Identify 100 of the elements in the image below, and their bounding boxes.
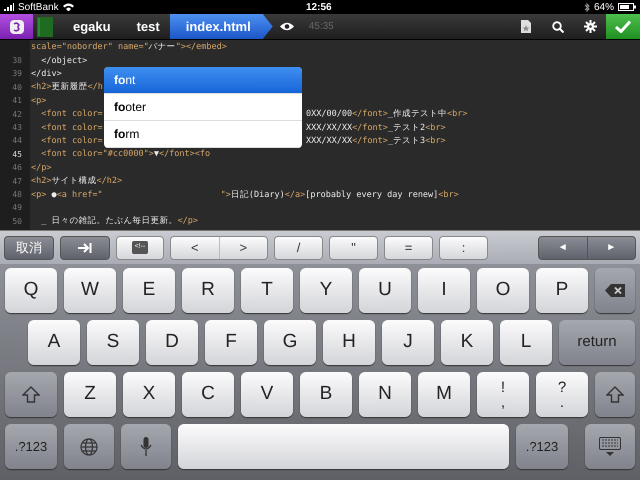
- code-line: <p>: [30, 94, 46, 108]
- letter-key[interactable]: Y: [300, 268, 352, 313]
- letter-key[interactable]: R: [182, 268, 234, 313]
- globe-key[interactable]: [64, 424, 114, 469]
- letter-key[interactable]: M: [418, 372, 470, 417]
- delete-key[interactable]: [595, 268, 635, 313]
- code-line: <p> ●<a href=" ">日記(Diary)</a>[probably every day renew]<br>: [30, 188, 459, 202]
- letter-key[interactable]: B: [300, 372, 352, 417]
- punctuation-key[interactable]: ? .: [536, 372, 588, 417]
- checkmark-icon: [615, 20, 631, 33]
- line-number: 38: [11, 55, 23, 68]
- line-number: 45: [11, 148, 23, 161]
- hide-keyboard-key[interactable]: [585, 424, 635, 469]
- letter-key[interactable]: U: [359, 268, 411, 313]
- letter-key[interactable]: O: [477, 268, 529, 313]
- code-line: XXX/XX/XX</font>_テスト3<br>: [306, 135, 446, 148]
- letter-key[interactable]: S: [87, 320, 139, 365]
- eye-icon: [280, 22, 294, 31]
- app-icon: [8, 18, 24, 34]
- letter-key[interactable]: N: [359, 372, 411, 417]
- code-line: <font color=: [40, 135, 103, 148]
- numbers-key[interactable]: .?123: [5, 424, 57, 469]
- letter-key[interactable]: P: [536, 268, 588, 313]
- code-line: <font color="#cc0000">▼</font><fo: [40, 148, 210, 162]
- signal-icon: [4, 3, 14, 11]
- shift-key[interactable]: [595, 372, 635, 417]
- dictation-key[interactable]: [121, 424, 171, 469]
- symbol-key[interactable]: :: [439, 236, 488, 260]
- tab-key[interactable]: [60, 236, 110, 260]
- letter-key[interactable]: W: [64, 268, 116, 313]
- code-line: _ 日々の雑記。たぶん毎日更新。</p>: [40, 215, 198, 228]
- code-line: <font color=: [40, 122, 103, 134]
- globe-icon: [80, 438, 98, 456]
- letter-key[interactable]: G: [264, 320, 316, 365]
- line-number: 40: [11, 82, 23, 94]
- punctuation-key[interactable]: ! ,: [477, 372, 529, 417]
- completion-item[interactable]: footer: [104, 94, 302, 121]
- cursor-key[interactable]: ►: [586, 236, 635, 258]
- line-number: 42: [11, 108, 23, 121]
- letter-key[interactable]: C: [182, 372, 234, 417]
- shift-key[interactable]: [5, 372, 57, 417]
- letter-key[interactable]: A: [28, 320, 80, 365]
- wifi-icon: [62, 3, 74, 11]
- search-icon: [552, 20, 564, 32]
- code-line: <font color=: [40, 108, 103, 122]
- letter-key[interactable]: F: [205, 320, 257, 365]
- breadcrumb[interactable]: test: [120, 14, 170, 39]
- line-number: 43: [11, 122, 23, 134]
- battery-icon: [618, 3, 636, 11]
- letter-key[interactable]: I: [418, 268, 470, 313]
- code-line: </object>: [40, 54, 88, 68]
- letter-key[interactable]: E: [123, 268, 175, 313]
- key-label: !: [500, 380, 506, 394]
- tab-arrow-icon: [78, 242, 92, 252]
- clock: 12:56: [306, 0, 332, 14]
- notebook-icon: [37, 16, 53, 36]
- app-button[interactable]: [0, 14, 33, 39]
- completion-item[interactable]: font: [104, 67, 302, 94]
- shift-icon: [22, 386, 40, 403]
- hide-keyboard-icon: [599, 436, 621, 456]
- letter-key[interactable]: D: [146, 320, 198, 365]
- breadcrumb[interactable]: egaku: [57, 14, 121, 39]
- letter-key[interactable]: H: [323, 320, 375, 365]
- letter-key[interactable]: T: [241, 268, 293, 313]
- line-number: 39: [11, 68, 23, 80]
- backspace-icon: [605, 284, 625, 297]
- line-number: 48: [11, 188, 23, 201]
- timer-text: 45:35: [308, 20, 334, 34]
- symbol-key[interactable]: /: [274, 236, 323, 260]
- letter-key[interactable]: J: [382, 320, 434, 365]
- shift-icon: [606, 386, 624, 403]
- bracket-key[interactable]: >: [218, 236, 267, 258]
- microphone-icon: [140, 436, 152, 456]
- code-line: XXX/XX/XX</font>_テスト2<br>: [306, 122, 446, 134]
- letter-key[interactable]: V: [241, 372, 293, 417]
- key-label: .: [560, 394, 564, 410]
- symbol-key[interactable]: ": [329, 236, 378, 260]
- letter-key[interactable]: Z: [64, 372, 116, 417]
- line-number: 50: [11, 216, 23, 228]
- code-line: </p>: [30, 162, 52, 175]
- letter-key[interactable]: L: [500, 320, 552, 365]
- code-line: <h2>サイト構成</h2>: [30, 175, 122, 188]
- symbol-key[interactable]: =: [384, 236, 433, 260]
- line-number: 46: [11, 162, 23, 174]
- cursor-key[interactable]: ◄: [539, 236, 586, 258]
- letter-key[interactable]: K: [441, 320, 493, 365]
- code-line: 0XX/00/00</font>_作成テスト中<br>: [306, 108, 468, 122]
- bluetooth-icon: [584, 2, 590, 12]
- cancel-button[interactable]: 取消: [4, 236, 54, 260]
- return-key[interactable]: return: [559, 320, 635, 365]
- bracket-key[interactable]: <: [171, 236, 218, 258]
- carrier-name: SoftBank: [18, 0, 59, 14]
- key-label: ?: [558, 380, 566, 394]
- done-button[interactable]: [606, 14, 640, 39]
- letter-key[interactable]: X: [123, 372, 175, 417]
- completion-item[interactable]: form: [104, 121, 302, 148]
- numbers-key[interactable]: .?123: [516, 424, 568, 469]
- letter-key[interactable]: Q: [5, 268, 57, 313]
- breadcrumb[interactable]: index.html: [170, 14, 273, 39]
- line-number: 49: [11, 202, 23, 214]
